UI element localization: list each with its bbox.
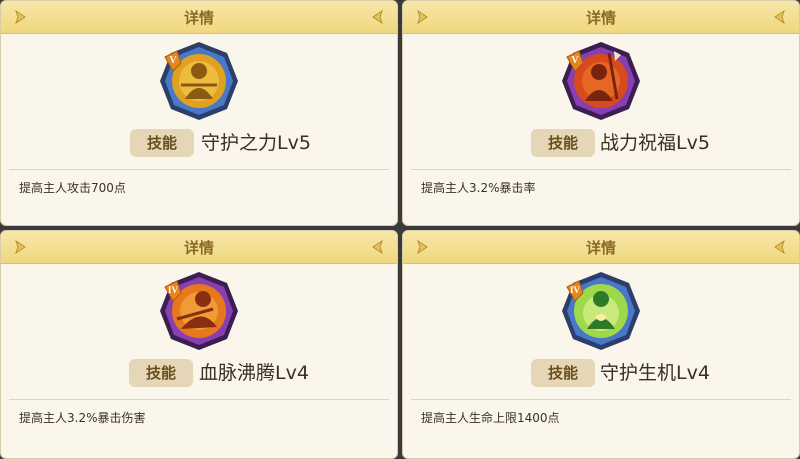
- skill-row: 技能 战力祝福Lv5: [403, 129, 799, 157]
- skill-card: 详情 IV 技能 血脉沸腾Lv4 提高主人3.2%暴击伤害: [0, 230, 398, 459]
- left-arrow-icon: [372, 240, 383, 254]
- card-header: 详情: [1, 1, 397, 34]
- skill-emblem-icon: IV: [160, 272, 238, 350]
- skill-tag: 技能: [130, 129, 194, 157]
- card-header: 详情: [403, 1, 799, 34]
- skill-row: 技能 守护生机Lv4: [403, 359, 799, 387]
- divider: [9, 169, 389, 170]
- left-arrow-icon: [774, 10, 785, 24]
- skill-description: 提高主人3.2%暴击率: [421, 181, 536, 195]
- divider: [9, 399, 389, 400]
- skill-name: 战力祝福Lv5: [600, 132, 710, 154]
- left-arrow-icon: [372, 10, 383, 24]
- skill-card-grid: 详情 V 技能 守护之力Lv5 提高主人攻击700点 详情 V 技能 战力祝福L…: [0, 0, 800, 459]
- divider: [411, 169, 791, 170]
- skill-row: 技能 守护之力Lv5: [1, 129, 397, 157]
- skill-description: 提高主人攻击700点: [19, 181, 126, 195]
- card-header: 详情: [403, 231, 799, 264]
- card-title: 详情: [585, 239, 616, 257]
- skill-description: 提高主人生命上限1400点: [421, 411, 560, 425]
- rank-badge-text: V: [169, 55, 177, 66]
- skill-tag: 技能: [531, 359, 595, 387]
- skill-card: 详情 IV 技能 守护生机Lv4 提高主人生命上限1400点: [402, 230, 800, 459]
- skill-emblem-icon: V: [160, 42, 238, 120]
- skill-name: 守护之力Lv5: [201, 132, 311, 154]
- skill-tag: 技能: [129, 359, 193, 387]
- skill-card: 详情 V 技能 守护之力Lv5 提高主人攻击700点: [0, 0, 398, 226]
- left-arrow-icon: [774, 240, 785, 254]
- card-title: 详情: [183, 239, 214, 257]
- skill-emblem-icon: V: [562, 42, 640, 120]
- skill-card: 详情 V 技能 战力祝福Lv5 提高主人3.2%暴击率: [402, 0, 800, 226]
- skill-emblem-icon: IV: [562, 272, 640, 350]
- rank-badge-text: V: [571, 55, 579, 66]
- skill-name: 守护生机Lv4: [600, 362, 710, 384]
- divider: [411, 399, 791, 400]
- skill-name: 血脉沸腾Lv4: [199, 362, 309, 384]
- skill-row: 技能 血脉沸腾Lv4: [1, 359, 397, 387]
- card-title: 详情: [183, 9, 214, 27]
- rank-badge-text: IV: [168, 285, 179, 295]
- skill-description: 提高主人3.2%暴击伤害: [19, 411, 146, 425]
- card-title: 详情: [585, 9, 616, 27]
- card-header: 详情: [1, 231, 397, 264]
- rank-badge-text: IV: [570, 285, 581, 295]
- skill-tag: 技能: [531, 129, 595, 157]
